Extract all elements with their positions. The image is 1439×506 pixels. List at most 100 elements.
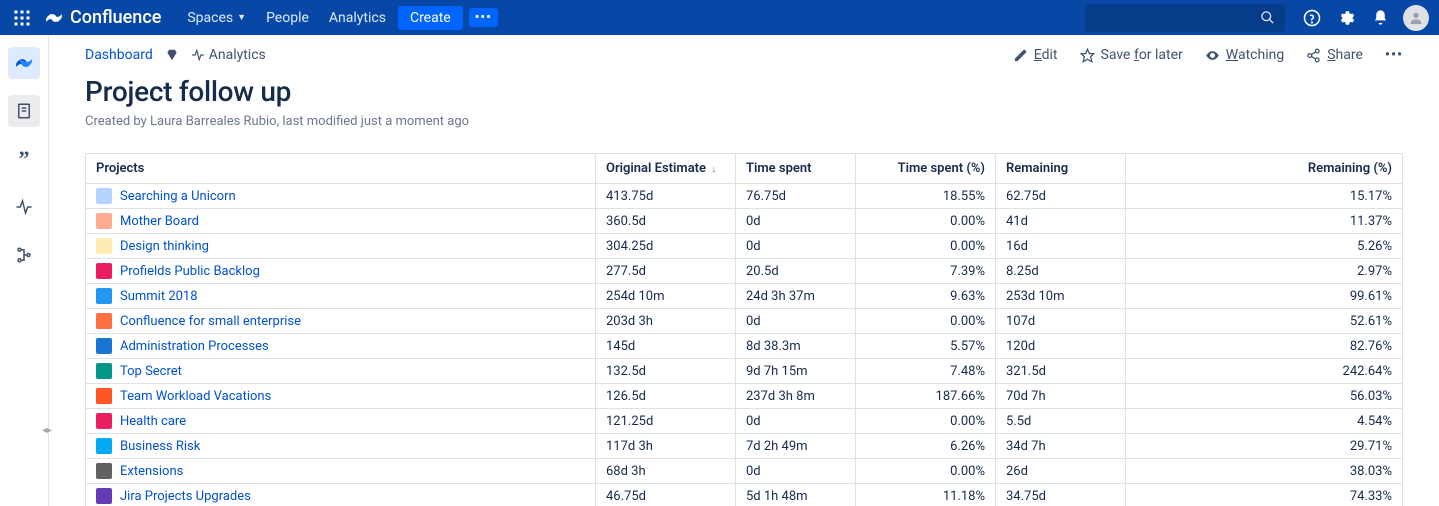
project-link[interactable]: Jira Projects Upgrades <box>120 489 251 504</box>
more-button[interactable]: ••• <box>469 8 498 27</box>
breadcrumb-space-icon[interactable] <box>165 48 179 62</box>
table-row: Business Risk117d 3h7d 2h 49m6.26%34d 7h… <box>86 434 1403 459</box>
page-title: Project follow up <box>85 75 1403 108</box>
cell-spent-pct: 6.26% <box>856 434 996 459</box>
breadcrumb-analytics[interactable]: Analytics <box>191 47 266 63</box>
sidebar-quote-icon[interactable]: ” <box>8 143 40 175</box>
cell-spent: 0d <box>736 209 856 234</box>
nav-people[interactable]: People <box>258 6 317 30</box>
cell-spent: 20.5d <box>736 259 856 284</box>
watching-label: Watching <box>1226 47 1284 63</box>
nav-spaces-label: Spaces <box>187 10 233 26</box>
table-row: Health care121.25d0d0.00%5.5d4.54% <box>86 409 1403 434</box>
save-label: Save for later <box>1101 47 1183 63</box>
cell-spent: 0d <box>736 234 856 259</box>
nav-analytics[interactable]: Analytics <box>321 6 394 30</box>
cell-spent: 76.75d <box>736 184 856 209</box>
more-label: ••• <box>475 10 492 25</box>
project-link[interactable]: Confluence for small enterprise <box>120 314 301 329</box>
edit-button[interactable]: Edit <box>1013 47 1058 63</box>
project-link[interactable]: Top Secret <box>120 364 182 379</box>
create-button[interactable]: Create <box>398 6 463 30</box>
cell-remain-pct: 15.17% <box>1126 184 1403 209</box>
cell-spent-pct: 11.18% <box>856 484 996 506</box>
col-remaining-pct[interactable]: Remaining (%) <box>1126 154 1403 184</box>
project-link[interactable]: Profields Public Backlog <box>120 264 260 279</box>
cell-original: 203d 3h <box>596 309 736 334</box>
user-avatar[interactable] <box>1403 5 1429 31</box>
cell-remain: 62.75d <box>996 184 1126 209</box>
help-icon[interactable] <box>1297 3 1327 33</box>
project-link[interactable]: Summit 2018 <box>120 289 198 304</box>
page-more-button[interactable]: ••• <box>1385 47 1403 63</box>
table-row: Confluence for small enterprise203d 3h0d… <box>86 309 1403 334</box>
save-for-later-button[interactable]: Save for later <box>1080 47 1183 63</box>
cell-remain-pct: 2.97% <box>1126 259 1403 284</box>
cell-original: 277.5d <box>596 259 736 284</box>
project-link[interactable]: Business Risk <box>120 439 200 454</box>
project-icon <box>96 238 112 254</box>
project-link[interactable]: Mother Board <box>120 214 199 229</box>
project-link[interactable]: Team Workload Vacations <box>120 389 271 404</box>
col-original[interactable]: Original Estimate ↓ <box>596 154 736 184</box>
project-link[interactable]: Administration Processes <box>120 339 269 354</box>
project-icon <box>96 313 112 329</box>
nav-spaces[interactable]: Spaces ▼ <box>179 6 254 30</box>
project-link[interactable]: Extensions <box>120 464 183 479</box>
cell-remain: 107d <box>996 309 1126 334</box>
search-input[interactable] <box>1085 4 1285 32</box>
pencil-icon <box>1013 48 1028 63</box>
col-time-spent-pct[interactable]: Time spent (%) <box>856 154 996 184</box>
cell-original: 145d <box>596 334 736 359</box>
cell-remain-pct: 11.37% <box>1126 209 1403 234</box>
edit-label: Edit <box>1034 47 1058 63</box>
sidebar-confluence-icon[interactable] <box>8 47 40 79</box>
project-link[interactable]: Searching a Unicorn <box>120 189 236 204</box>
table-row: Design thinking304.25d0d0.00%16d5.26% <box>86 234 1403 259</box>
table-row: Team Workload Vacations126.5d237d 3h 8m1… <box>86 384 1403 409</box>
col-remaining[interactable]: Remaining <box>996 154 1126 184</box>
cell-remain-pct: 99.61% <box>1126 284 1403 309</box>
col-time-spent[interactable]: Time spent <box>736 154 856 184</box>
watching-button[interactable]: Watching <box>1205 47 1284 63</box>
table-row: Top Secret132.5d9d 7h 15m7.48%321.5d242.… <box>86 359 1403 384</box>
top-nav: Confluence Spaces ▼ People Analytics Cre… <box>0 0 1439 35</box>
cell-spent-pct: 0.00% <box>856 234 996 259</box>
table-row: Extensions68d 3h0d0.00%26d38.03% <box>86 459 1403 484</box>
star-icon <box>1080 48 1095 63</box>
breadcrumb: Dashboard Analytics <box>85 47 266 63</box>
confluence-logo[interactable]: Confluence <box>44 7 161 28</box>
cell-spent-pct: 0.00% <box>856 459 996 484</box>
sidebar-tree-icon[interactable] <box>8 239 40 271</box>
settings-icon[interactable] <box>1331 3 1361 33</box>
cell-original: 121.25d <box>596 409 736 434</box>
logo-text: Confluence <box>70 7 161 28</box>
app-switcher-icon[interactable] <box>10 6 34 30</box>
cell-remain-pct: 29.71% <box>1126 434 1403 459</box>
notifications-icon[interactable] <box>1365 3 1395 33</box>
chevron-down-icon: ▼ <box>237 12 246 23</box>
breadcrumb-dashboard[interactable]: Dashboard <box>85 47 153 63</box>
share-button[interactable]: Share <box>1306 47 1363 63</box>
project-icon <box>96 438 112 454</box>
cell-spent: 0d <box>736 409 856 434</box>
projects-table: Projects Original Estimate ↓ Time spent … <box>85 153 1403 506</box>
project-icon <box>96 388 112 404</box>
create-label: Create <box>410 10 451 26</box>
col-projects[interactable]: Projects <box>86 154 596 184</box>
sidebar-pages-icon[interactable] <box>8 95 40 127</box>
breadcrumb-analytics-label: Analytics <box>209 47 266 63</box>
share-label: Share <box>1327 47 1363 63</box>
sidebar-collapse-handle[interactable]: ◂▸ <box>42 425 52 436</box>
cell-remain: 8.25d <box>996 259 1126 284</box>
cell-original: 304.25d <box>596 234 736 259</box>
cell-remain: 41d <box>996 209 1126 234</box>
cell-spent-pct: 18.55% <box>856 184 996 209</box>
project-link[interactable]: Design thinking <box>120 239 209 254</box>
project-link[interactable]: Health care <box>120 414 186 429</box>
cell-spent-pct: 7.39% <box>856 259 996 284</box>
cell-spent: 5d 1h 48m <box>736 484 856 506</box>
project-icon <box>96 263 112 279</box>
cell-remain-pct: 52.61% <box>1126 309 1403 334</box>
sidebar-activity-icon[interactable] <box>8 191 40 223</box>
